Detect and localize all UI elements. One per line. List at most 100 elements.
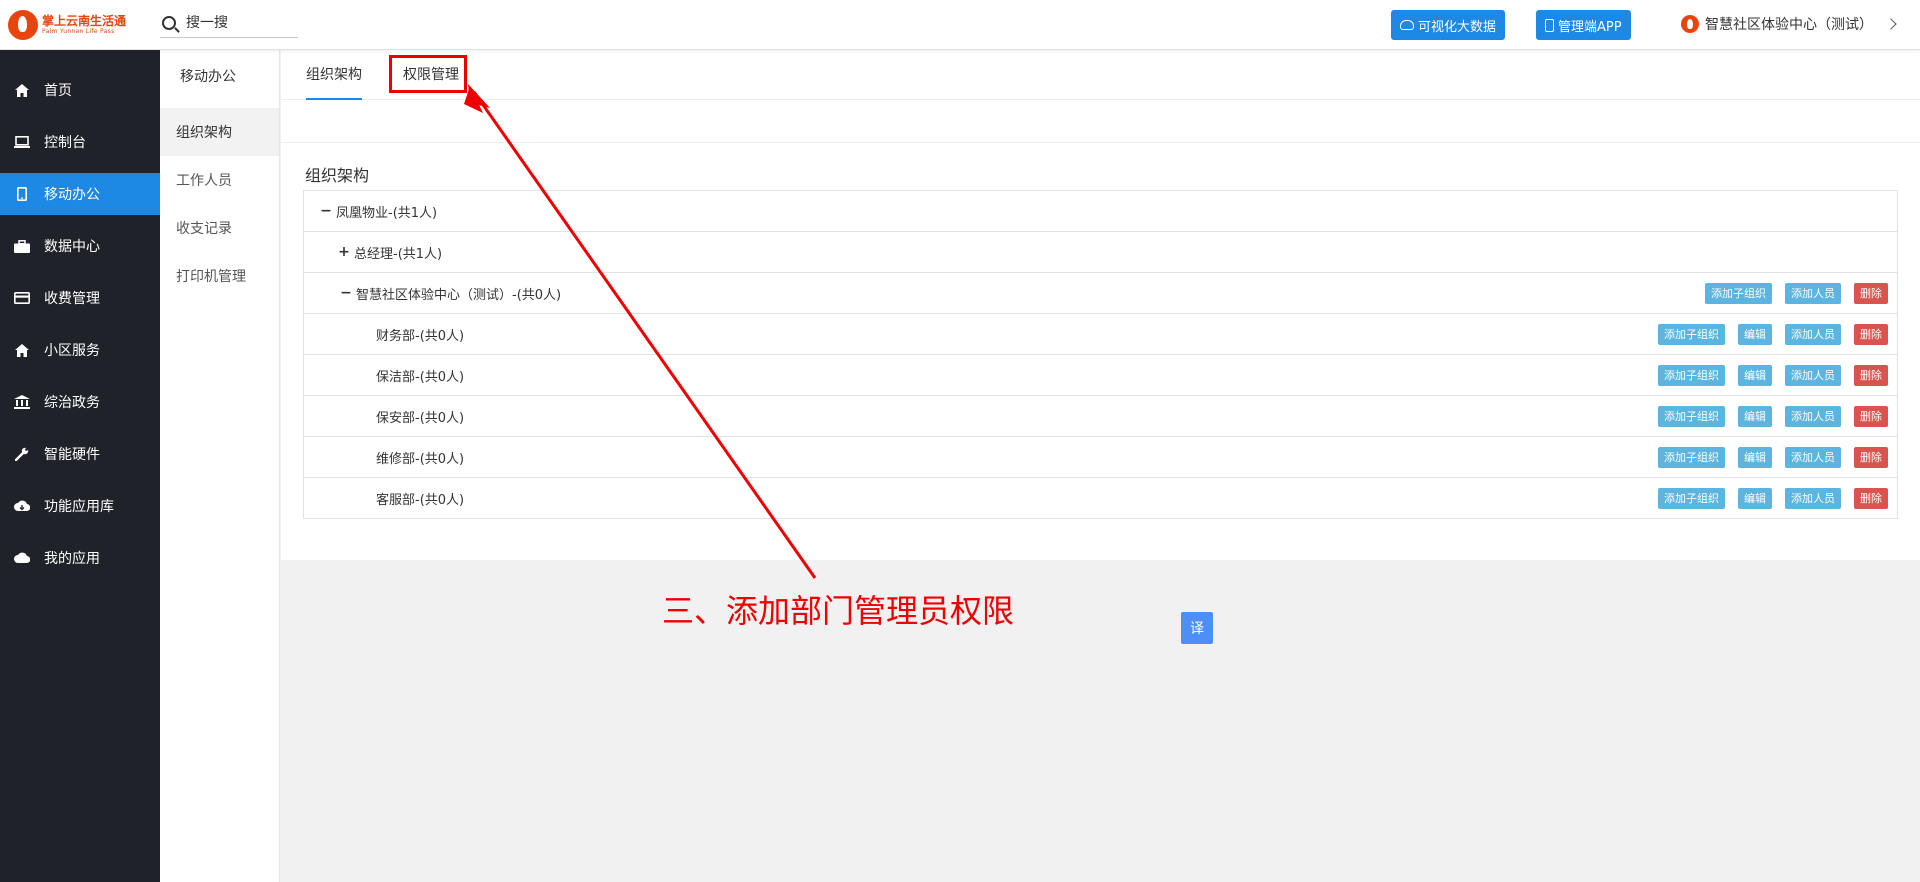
edit-button[interactable]: 编辑 [1738,447,1772,468]
tree-row: 保安部-(共0人) 添加子组织 编辑 添加人员 删除 [304,396,1897,437]
delete-button[interactable]: 删除 [1854,406,1888,427]
sidebar-item-smart-hardware[interactable]: 智能硬件 [0,433,160,475]
row-actions: 添加子组织 编辑 添加人员 删除 [1645,324,1888,345]
brand-logo[interactable]: 掌上云南生活通 Palm Yunnan Life Pass [8,10,126,40]
sidebar-item-billing[interactable]: 收费管理 [0,277,160,319]
add-sub-org-button[interactable]: 添加子组织 [1705,283,1772,304]
row-actions: 添加子组织 编辑 添加人员 删除 [1645,365,1888,386]
collapse-icon[interactable]: − [320,203,332,219]
sidebar-item-data-center[interactable]: 数据中心 [0,225,160,267]
flame-logo-icon [8,10,38,40]
tree-row: − 凤凰物业-(共1人) [304,191,1897,232]
tree-node-label[interactable]: 保洁部-(共0人) [376,366,464,385]
laptop-icon [14,135,30,149]
row-actions: 添加子组织 编辑 添加人员 删除 [1645,447,1888,468]
org-tree: − 凤凰物业-(共1人) + 总经理-(共1人) − 智慧社区体验中心（测试）-(共0人)… [303,190,1898,519]
sidebar-item-console[interactable]: 控制台 [0,121,160,163]
main-panel: 组织架构 权限管理 组织架构 − 凤凰物业-(共1人) + 总经理-(共1人) − 智慧社… [281,50,1920,560]
tree-node-label[interactable]: 维修部-(共0人) [376,448,464,467]
tab-org-structure[interactable]: 组织架构 [306,64,362,100]
add-person-button[interactable]: 添加人员 [1785,324,1841,345]
tree-row: + 总经理-(共1人) [304,232,1897,273]
add-sub-org-button[interactable]: 添加子组织 [1658,406,1725,427]
row-actions: 添加子组织 编辑 添加人员 删除 [1645,406,1888,427]
tab-bar: 组织架构 权限管理 [281,50,1920,100]
tree-row: 维修部-(共0人) 添加子组织 编辑 添加人员 删除 [304,437,1897,478]
edit-button[interactable]: 编辑 [1738,488,1772,509]
edit-button[interactable]: 编辑 [1738,406,1772,427]
briefcase-icon [14,239,30,253]
community-name: 智慧社区体验中心（测试） [1705,17,1873,33]
translate-button[interactable]: 译 [1181,612,1213,644]
search-icon [162,15,176,30]
subnav-item-printer[interactable]: 打印机管理 [160,252,279,300]
bigdata-label: 可视化大数据 [1418,19,1497,35]
flame-icon [1681,15,1699,33]
divider [281,142,1920,143]
annotation-text: 三、添加部门管理员权限 [662,592,1015,630]
tablet-icon [14,187,30,201]
brand-subtitle: Palm Yunnan Life Pass [42,28,115,35]
credit-card-icon [14,291,30,305]
tree-row: − 智慧社区体验中心（测试）-(共0人) 添加子组织 添加人员 删除 [304,273,1897,314]
subnav-title: 移动办公 [180,69,236,85]
tree-row: 保洁部-(共0人) 添加子组织 编辑 添加人员 删除 [304,355,1897,396]
chevron-right-icon [1885,18,1897,30]
top-header: 掌上云南生活通 Palm Yunnan Life Pass 可视化大数据 管理端… [0,0,1920,50]
expand-icon[interactable]: + [338,244,350,260]
delete-button[interactable]: 删除 [1854,324,1888,345]
search-box[interactable] [160,8,298,38]
tree-node-label[interactable]: 凤凰物业-(共1人) [336,202,437,221]
tree-row: 财务部-(共0人) 添加子组织 编辑 添加人员 删除 [304,314,1897,355]
edit-button[interactable]: 编辑 [1738,324,1772,345]
cloud-download-icon [14,499,30,513]
annotation-highlight-box [389,55,467,93]
mobile-phone-icon [1545,18,1554,32]
add-sub-org-button[interactable]: 添加子组织 [1658,324,1725,345]
subnav-item-staff[interactable]: 工作人员 [160,156,279,204]
brand-name: 掌上云南生活通 [42,14,127,28]
sidebar-item-governance[interactable]: 综治政务 [0,381,160,423]
sidebar-item-home[interactable]: 首页 [0,69,160,111]
tree-node-label[interactable]: 保安部-(共0人) [376,407,464,426]
delete-button[interactable]: 删除 [1854,365,1888,386]
sidebar-item-community-service[interactable]: 小区服务 [0,329,160,371]
add-person-button[interactable]: 添加人员 [1785,406,1841,427]
edit-button[interactable]: 编辑 [1738,365,1772,386]
search-input[interactable] [186,14,286,31]
add-sub-org-button[interactable]: 添加子组织 [1658,488,1725,509]
tree-node-label[interactable]: 总经理-(共1人) [354,243,442,262]
home-icon [14,83,30,97]
sidebar-item-app-library[interactable]: 功能应用库 [0,485,160,527]
home-icon [14,343,30,357]
collapse-icon[interactable]: − [340,285,352,301]
add-person-button[interactable]: 添加人员 [1785,447,1841,468]
wrench-icon [14,447,30,461]
sidebar: 首页 控制台 移动办公 数据中心 收费管理 小区服务 综治政务 智能硬件 功能应… [0,50,160,882]
community-switcher[interactable]: 智慧社区体验中心（测试） [1681,14,1897,34]
admin-app-label: 管理端APP [1558,19,1622,35]
add-sub-org-button[interactable]: 添加子组织 [1658,365,1725,386]
add-person-button[interactable]: 添加人员 [1785,283,1841,304]
delete-button[interactable]: 删除 [1854,488,1888,509]
delete-button[interactable]: 删除 [1854,283,1888,304]
add-person-button[interactable]: 添加人员 [1785,365,1841,386]
row-actions: 添加子组织 编辑 添加人员 删除 [1645,488,1888,509]
tree-node-label[interactable]: 智慧社区体验中心（测试）-(共0人) [356,284,561,303]
section-title: 组织架构 [305,166,370,185]
add-person-button[interactable]: 添加人员 [1785,488,1841,509]
sub-navigation: 移动办公 组织架构 工作人员 收支记录 打印机管理 [160,50,280,882]
bigdata-button[interactable]: 可视化大数据 [1391,10,1506,40]
tree-node-label[interactable]: 财务部-(共0人) [376,325,464,344]
tree-node-label[interactable]: 客服部-(共0人) [376,489,464,508]
delete-button[interactable]: 删除 [1854,447,1888,468]
add-sub-org-button[interactable]: 添加子组织 [1658,447,1725,468]
subnav-item-org-structure[interactable]: 组织架构 [160,108,279,156]
sidebar-item-mobile-office[interactable]: 移动办公 [0,173,160,215]
admin-app-button[interactable]: 管理端APP [1536,10,1631,40]
cloud-icon [1400,20,1414,30]
row-actions: 添加子组织 添加人员 删除 [1692,283,1888,304]
sidebar-item-my-apps[interactable]: 我的应用 [0,537,160,579]
subnav-item-income-expense[interactable]: 收支记录 [160,204,279,252]
cloud-icon [14,551,30,565]
